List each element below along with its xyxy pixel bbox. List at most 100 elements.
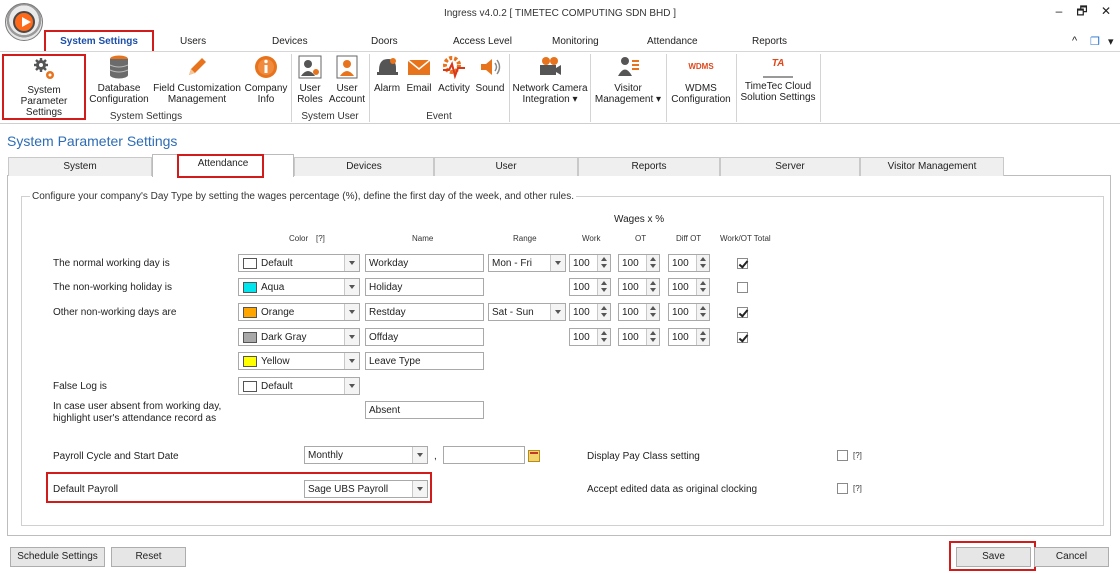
reset-button[interactable]: Reset xyxy=(111,547,186,567)
accept-edited-help-link[interactable]: [?] xyxy=(853,484,862,493)
menu-tab-attendance[interactable]: Attendance xyxy=(647,36,698,47)
close-button[interactable]: ✕ xyxy=(1097,3,1115,19)
menu-tab-access-level[interactable]: Access Level xyxy=(453,36,512,47)
ot-percent-stepper[interactable]: 100 xyxy=(618,303,660,321)
sound-button[interactable]: Sound xyxy=(474,54,506,94)
work-percent-stepper[interactable]: 100 xyxy=(569,278,611,296)
day-type-name-input[interactable]: Restday xyxy=(365,303,484,321)
tab-user[interactable]: User xyxy=(434,157,578,176)
spin-buttons[interactable] xyxy=(597,255,610,271)
tab-devices[interactable]: Devices xyxy=(294,157,434,176)
color-select[interactable]: Dark Gray xyxy=(238,328,360,346)
work-ot-total-checkbox[interactable] xyxy=(737,332,748,343)
day-type-name-input[interactable]: Workday xyxy=(365,254,484,272)
ot-percent-stepper[interactable]: 100 xyxy=(618,278,660,296)
highlight-box xyxy=(177,154,264,178)
menu-tab-doors[interactable]: Doors xyxy=(371,36,398,47)
diff-ot-percent-stepper[interactable]: 100 xyxy=(668,303,710,321)
work-percent-stepper[interactable]: 100 xyxy=(569,328,611,346)
work-ot-total-checkbox[interactable] xyxy=(737,258,748,269)
collapse-ribbon-icon[interactable]: ^ xyxy=(1072,35,1077,47)
field-customization-management-button[interactable]: Field Customization Management xyxy=(153,54,241,105)
display-pay-class-checkbox[interactable] xyxy=(837,450,848,461)
work-ot-total-checkbox[interactable] xyxy=(737,307,748,318)
spin-buttons[interactable] xyxy=(597,304,610,320)
chevron-down-icon xyxy=(550,304,565,320)
menu-tab-reports[interactable]: Reports xyxy=(752,36,787,47)
spin-buttons[interactable] xyxy=(696,304,709,320)
comma-separator: , xyxy=(434,451,437,462)
options-dropdown-icon[interactable]: ▾ xyxy=(1108,35,1114,48)
tab-reports[interactable]: Reports xyxy=(578,157,720,176)
payroll-start-date-input[interactable] xyxy=(443,446,525,464)
spin-buttons[interactable] xyxy=(696,329,709,345)
display-pay-class-help-link[interactable]: [?] xyxy=(853,451,862,460)
database-configuration-button[interactable]: Database Configuration xyxy=(88,54,150,105)
app-logo-icon[interactable] xyxy=(5,3,43,41)
spin-buttons[interactable] xyxy=(597,329,610,345)
spin-buttons[interactable] xyxy=(646,255,659,271)
spin-buttons[interactable] xyxy=(597,279,610,295)
false-log-color-select[interactable]: Default xyxy=(238,377,360,395)
schedule-settings-button[interactable]: Schedule Settings xyxy=(10,547,105,567)
activity-button[interactable]: Activity xyxy=(436,54,472,94)
spin-buttons[interactable] xyxy=(646,279,659,295)
day-type-description: Configure your company's Day Type by set… xyxy=(30,191,577,202)
color-select[interactable]: Aqua xyxy=(238,278,360,296)
tab-attendance[interactable]: Attendance xyxy=(152,154,294,178)
menu-tab-monitoring[interactable]: Monitoring xyxy=(552,36,599,47)
ot-percent-stepper[interactable]: 100 xyxy=(618,328,660,346)
spin-buttons[interactable] xyxy=(696,255,709,271)
tab-server[interactable]: Server xyxy=(720,157,860,176)
ot-percent-stepper[interactable]: 100 xyxy=(618,254,660,272)
range-select[interactable]: Mon - Fri xyxy=(488,254,566,272)
spin-buttons[interactable] xyxy=(646,329,659,345)
day-type-name-input[interactable]: Leave Type xyxy=(365,352,484,370)
work-ot-total-checkbox[interactable] xyxy=(737,282,748,293)
button-label: Management ▾ xyxy=(594,94,662,105)
color-select[interactable]: Default xyxy=(238,254,360,272)
absent-name-input[interactable]: Absent xyxy=(365,401,484,419)
visitor-management-button[interactable]: Visitor Management ▾ xyxy=(593,54,663,105)
color-select[interactable]: Yellow xyxy=(238,352,360,370)
menu-tab-users[interactable]: Users xyxy=(180,36,206,47)
timetec-cloud-solution-settings-button[interactable]: TA TimeTec Cloud Solution Settings xyxy=(739,54,817,103)
menu-bar: System Settings Users Devices Doors Acce… xyxy=(0,30,1120,54)
diff-ot-percent-stepper[interactable]: 100 xyxy=(668,328,710,346)
calendar-icon[interactable] xyxy=(528,450,540,462)
range-select[interactable]: Sat - Sun xyxy=(488,303,566,321)
color-select[interactable]: Orange xyxy=(238,303,360,321)
company-info-button[interactable]: Company Info xyxy=(244,54,288,105)
diff-ot-percent-stepper[interactable]: 100 xyxy=(668,254,710,272)
menu-tab-devices[interactable]: Devices xyxy=(272,36,308,47)
user-account-button[interactable]: User Account xyxy=(328,54,366,105)
color-help-link[interactable]: [?] xyxy=(316,234,325,243)
range-value: Mon - Fri xyxy=(492,258,532,269)
minimize-button[interactable]: – xyxy=(1050,3,1068,19)
button-label: Database xyxy=(97,83,141,94)
email-button[interactable]: Email xyxy=(404,54,434,94)
restore-button[interactable]: 🗗 xyxy=(1073,3,1091,19)
accept-edited-checkbox[interactable] xyxy=(837,483,848,494)
stepper-value: 100 xyxy=(672,258,689,269)
color-value: Dark Gray xyxy=(261,332,307,343)
button-label: Configuration xyxy=(89,94,149,105)
absent-label-line1: In case user absent from working day, xyxy=(53,401,222,412)
spin-buttons[interactable] xyxy=(696,279,709,295)
work-percent-stepper[interactable]: 100 xyxy=(569,303,611,321)
work-percent-stepper[interactable]: 100 xyxy=(569,254,611,272)
button-label: Configuration xyxy=(671,94,731,105)
options-icon[interactable]: ❐ xyxy=(1090,35,1100,48)
day-type-name-input[interactable]: Holiday xyxy=(365,278,484,296)
cancel-button[interactable]: Cancel xyxy=(1034,547,1109,567)
tab-visitor-management[interactable]: Visitor Management xyxy=(860,157,1004,176)
tab-system[interactable]: System xyxy=(8,157,152,176)
user-roles-button[interactable]: User Roles xyxy=(294,54,326,105)
diff-ot-percent-stepper[interactable]: 100 xyxy=(668,278,710,296)
day-type-name-input[interactable]: Offday xyxy=(365,328,484,346)
payroll-cycle-select[interactable]: Monthly xyxy=(304,446,428,464)
alarm-button[interactable]: Alarm xyxy=(372,54,402,94)
spin-buttons[interactable] xyxy=(646,304,659,320)
wdms-configuration-button[interactable]: WDMS WDMS Configuration xyxy=(669,54,733,105)
network-camera-integration-button[interactable]: Network Camera Integration ▾ xyxy=(512,54,588,105)
